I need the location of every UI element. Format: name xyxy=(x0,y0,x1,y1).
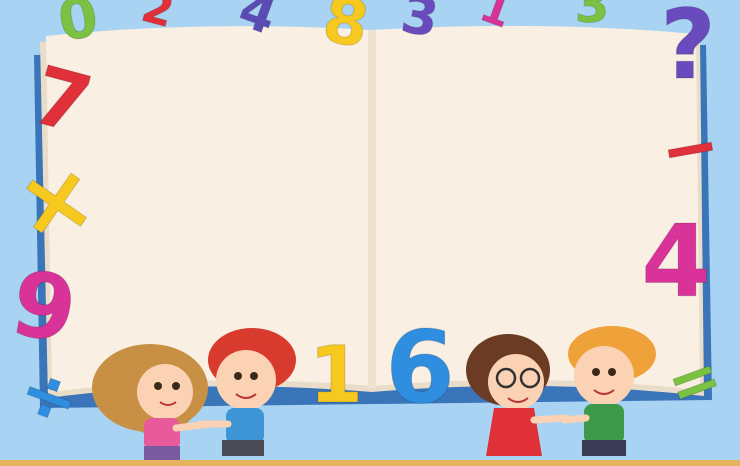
number-6: 6 xyxy=(385,309,455,426)
book-spine xyxy=(368,30,376,388)
math-kids-illustration: 0 2 4 8 3 1 3 ?7×9÷−4=1 6 xyxy=(0,0,740,466)
number-1-bottom: 1 xyxy=(309,331,363,421)
illustration-stage: 0 2 4 8 3 1 3? 7 × 9 ÷ −4 = 1 6 xyxy=(0,0,740,466)
floor-strip xyxy=(0,460,740,466)
number-4-right: 4 xyxy=(641,203,711,320)
question-mark: ? xyxy=(660,0,716,101)
number-3-green: 3 xyxy=(575,0,610,34)
